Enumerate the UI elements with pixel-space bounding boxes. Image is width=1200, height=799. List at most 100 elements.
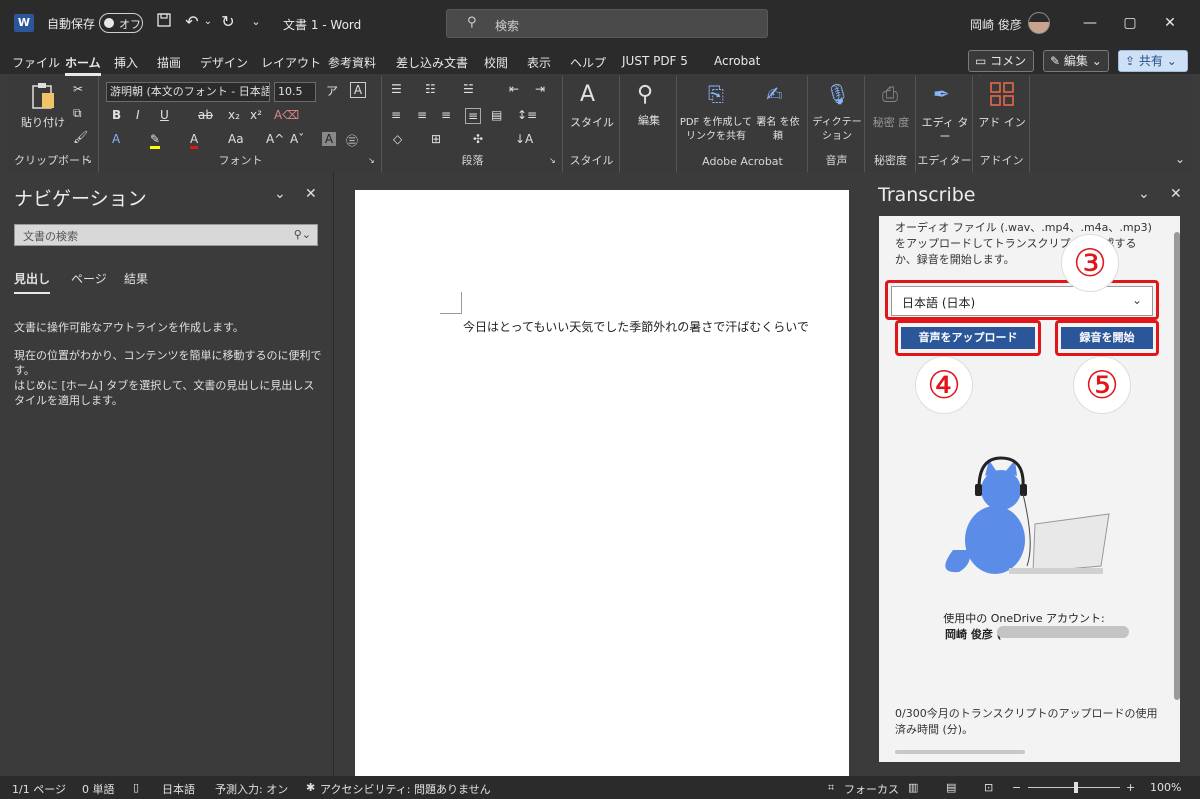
distributed-icon[interactable]: ▤ [491, 108, 502, 122]
tab-headings[interactable]: 見出し [14, 270, 51, 294]
increase-indent-icon[interactable]: ⇥ [535, 82, 545, 96]
chevron-down-icon[interactable]: ⌄ [1138, 186, 1150, 202]
close-icon[interactable]: ✕ [1160, 13, 1180, 33]
print-layout-icon[interactable]: ▤ [946, 781, 956, 794]
pdf-share-label[interactable]: PDF を作成して リンクを共有 [678, 116, 754, 144]
decrease-indent-icon[interactable]: ⇤ [509, 82, 519, 96]
vertical-scrollbar[interactable] [1174, 232, 1180, 700]
bullets-icon[interactable]: ☰ [391, 82, 402, 96]
language-select[interactable]: 日本語 (日本) ⌄ [891, 286, 1153, 316]
accessibility-icon[interactable]: ✱ [306, 781, 315, 794]
zoom-slider-thumb[interactable] [1074, 782, 1078, 793]
justify-icon[interactable]: ≡ [465, 108, 482, 124]
italic-icon[interactable]: I [136, 108, 140, 122]
comment-button[interactable]: ▭ コメント [968, 50, 1034, 88]
change-case-icon[interactable]: Aa [228, 132, 244, 146]
enclose-char-icon[interactable]: ㊂ [346, 132, 358, 149]
save-icon[interactable] [154, 12, 174, 32]
align-left-icon[interactable]: ≡ [391, 108, 401, 122]
read-mode-icon[interactable]: ▥ [908, 781, 918, 794]
multilevel-list-icon[interactable]: ☱ [463, 82, 474, 96]
text-effects-icon[interactable]: A [112, 132, 120, 146]
focus-button[interactable]: フォーカス [844, 781, 899, 797]
navigation-search-input[interactable]: 文書の検索 ⚲⌄ [14, 224, 318, 246]
editing-label[interactable]: 編集 [621, 114, 677, 128]
strikethrough-icon[interactable]: ab [198, 108, 213, 122]
editor-icon[interactable]: ✒ [933, 82, 950, 106]
microphone-icon[interactable]: 🎙 [825, 82, 850, 106]
collapse-ribbon-icon[interactable]: ⌄ [1175, 152, 1185, 166]
editor-label[interactable]: エディ ター [917, 116, 973, 144]
tab-acrobat[interactable]: Acrobat [714, 54, 760, 68]
dialog-launcher-icon[interactable]: ↘ [85, 156, 92, 165]
close-icon[interactable]: ✕ [305, 186, 317, 202]
horizontal-scrollbar[interactable] [895, 750, 1025, 754]
proofing-icon[interactable]: ▯ [133, 781, 139, 794]
styles-icon[interactable]: A [580, 82, 595, 107]
bold-icon[interactable]: B [112, 108, 121, 122]
font-size-select[interactable]: 10.5 [274, 82, 316, 102]
sign-request-icon[interactable]: ✍ [766, 82, 783, 106]
zoom-out-icon[interactable]: − [1012, 781, 1021, 794]
maximize-icon[interactable]: ▢ [1120, 13, 1140, 33]
find-icon[interactable]: ⚲ [637, 82, 653, 107]
word-count[interactable]: 0 単語 [82, 781, 115, 797]
close-icon[interactable]: ✕ [1170, 186, 1182, 202]
autosave-toggle[interactable]: オフ [99, 13, 143, 33]
dictate-label[interactable]: ディクテー ション [809, 116, 865, 144]
tab-pages[interactable]: ページ [71, 270, 107, 287]
chevron-down-icon[interactable]: ⌄ [274, 186, 286, 202]
styles-label[interactable]: スタイル [564, 116, 620, 130]
customize-qat-icon[interactable]: ⌄ [246, 12, 266, 32]
grow-font-icon[interactable]: A^ [266, 132, 284, 146]
web-layout-icon[interactable]: ⊡ [984, 781, 993, 794]
accessibility-status[interactable]: アクセシビリティ: 問題ありません [320, 781, 491, 797]
addins-icon[interactable] [990, 82, 1014, 106]
tab-view[interactable]: 表示 [527, 54, 551, 71]
subscript-icon[interactable]: x₂ [228, 108, 240, 122]
line-spacing-icon[interactable]: ↕≡ [517, 108, 537, 122]
search-icon[interactable]: ⚲⌄ [294, 228, 311, 241]
tab-home[interactable]: ホーム [65, 54, 101, 76]
clear-format-icon[interactable]: A⌫ [274, 108, 299, 122]
font-color-icon[interactable]: A [190, 132, 199, 149]
upload-audio-button[interactable]: 音声をアップロード [901, 327, 1035, 349]
focus-icon[interactable]: ⌗ [828, 781, 834, 795]
sort-icon[interactable]: ↓A [515, 132, 533, 146]
tab-layout[interactable]: レイアウト [261, 54, 321, 71]
char-border-icon[interactable]: A [350, 82, 366, 98]
zoom-level[interactable]: 100% [1150, 781, 1181, 794]
tab-help[interactable]: ヘルプ [570, 54, 606, 71]
avatar[interactable] [1028, 12, 1050, 34]
format-painter-icon[interactable]: 🖌 [73, 130, 88, 144]
minimize-icon[interactable]: — [1080, 13, 1100, 33]
superscript-icon[interactable]: x² [250, 108, 262, 122]
tab-mailings[interactable]: 差し込み文書 [396, 54, 468, 71]
tab-file[interactable]: ファイル [12, 54, 60, 71]
shrink-font-icon[interactable]: Aˇ [290, 132, 304, 146]
sensitivity-icon[interactable]: ⎙ [882, 82, 898, 106]
font-name-select[interactable]: 游明朝 (本文のフォント - 日本語) [106, 82, 270, 102]
tab-references[interactable]: 参考資料 [328, 54, 376, 71]
tab-insert[interactable]: 挿入 [114, 54, 138, 71]
align-center-icon[interactable]: ≡ [417, 108, 427, 122]
addins-label[interactable]: アド イン [974, 116, 1030, 130]
document-page[interactable]: 今日はとってもいい天気でした季節外れの暑さで汗ばむくらいで [355, 190, 849, 776]
underline-icon[interactable]: U [160, 108, 169, 122]
predictive-input-status[interactable]: 予測入力: オン [215, 781, 288, 797]
numbering-icon[interactable]: ☷ [425, 82, 436, 96]
shading-icon[interactable]: ◇ [393, 132, 402, 146]
align-right-icon[interactable]: ≡ [441, 108, 451, 122]
sensitivity-label[interactable]: 秘密 度 [866, 116, 916, 130]
phonetic-guide-icon[interactable]: ア [326, 82, 338, 99]
sign-label[interactable]: 署名 を依頼 [754, 116, 802, 144]
redo-icon[interactable]: ↻ [218, 12, 238, 32]
language-status[interactable]: 日本語 [162, 781, 195, 797]
tab-review[interactable]: 校閲 [484, 54, 508, 71]
paste-label[interactable]: 貼り付け [17, 116, 69, 130]
highlight-icon[interactable]: ✎ [150, 132, 161, 149]
char-shading-icon[interactable]: A [322, 132, 336, 146]
search-box[interactable]: ⚲ 検索 [446, 9, 768, 38]
borders-icon[interactable]: ⊞ [431, 132, 441, 146]
copy-icon[interactable]: ⧉ [73, 106, 82, 121]
